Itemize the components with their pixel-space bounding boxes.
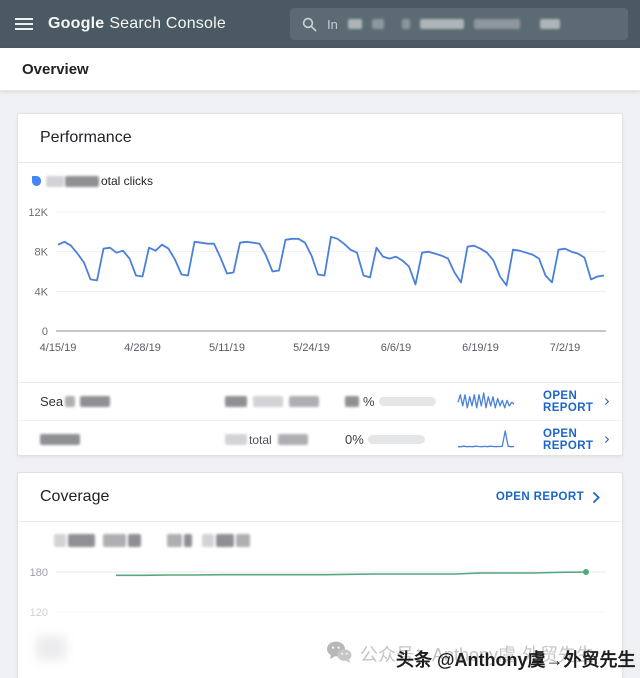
svg-text:4K: 4K	[35, 286, 49, 298]
redacted-search-text	[372, 19, 384, 29]
open-report-label: OPEN REPORT	[496, 491, 584, 503]
chevron-right-icon	[605, 434, 609, 445]
search-results-row: Sea % OPEN REPORT	[18, 383, 622, 420]
redacted-legend	[216, 534, 234, 547]
report-rows: Sea % OPEN REPORT	[18, 382, 622, 456]
redacted-label	[65, 396, 75, 407]
row-label-visible: Sea	[40, 394, 63, 409]
row-label	[40, 434, 225, 445]
redacted-legend	[167, 534, 182, 547]
svg-text:6/19/19: 6/19/19	[462, 342, 499, 354]
redacted-value	[225, 434, 247, 445]
search-sparkline-chart	[457, 390, 515, 414]
coverage-legend-chip[interactable]	[54, 534, 141, 547]
row-percent-cell: 0%	[345, 432, 457, 447]
percent-label: 0%	[345, 432, 364, 447]
redacted-axis-label	[36, 636, 66, 660]
performance-chart: 12K 8K 4K 0 4/15/19 4/28/19 5/11/19 5/24/19 6/6/…	[18, 189, 622, 371]
open-report-label: OPEN REPORT	[543, 428, 596, 452]
redacted-value	[278, 434, 308, 445]
row-percent-cell: %	[345, 394, 457, 409]
chevron-right-icon	[593, 492, 600, 503]
redacted-value	[225, 396, 247, 407]
page-title: Overview	[22, 61, 89, 78]
coverage-legend-chip[interactable]	[167, 534, 250, 547]
hamburger-icon	[15, 23, 33, 25]
total-label: total	[249, 433, 272, 447]
performance-card-header: Performance	[18, 114, 622, 163]
open-report-label: OPEN REPORT	[543, 390, 596, 414]
svg-text:4/15/19: 4/15/19	[40, 342, 77, 354]
legend-color-swatch	[32, 176, 41, 186]
row-label: Sea	[40, 394, 225, 409]
row-sparkline	[457, 390, 543, 414]
redacted-legend	[202, 534, 214, 547]
redacted-value	[289, 396, 319, 407]
svg-text:7/2/19: 7/2/19	[550, 342, 581, 354]
open-report-link[interactable]: OPEN REPORT	[543, 428, 609, 452]
coverage-chart: 180 120	[18, 553, 622, 678]
chevron-right-icon	[605, 396, 609, 407]
svg-text:5/11/19: 5/11/19	[209, 342, 245, 354]
redacted-label	[40, 434, 80, 445]
redacted-legend	[184, 534, 192, 547]
svg-text:12K: 12K	[28, 207, 48, 219]
redacted-legend	[236, 534, 250, 547]
performance-card-title: Performance	[40, 129, 132, 147]
discover-row: total 0% OPEN REPORT	[18, 420, 622, 456]
page-title-bar: Overview	[0, 48, 640, 91]
redacted-search-text	[402, 19, 410, 29]
row-sparkline	[457, 428, 543, 452]
progress-bar	[379, 397, 436, 406]
redacted-search-text	[348, 19, 362, 29]
redacted-value	[253, 396, 283, 407]
redacted-legend	[103, 534, 126, 547]
percent-label: %	[363, 394, 375, 409]
app-logo: Google Search Console	[48, 15, 226, 33]
svg-text:8K: 8K	[35, 247, 49, 259]
search-icon	[302, 17, 317, 32]
total-clicks-legend-chip[interactable]: otal clicks	[32, 173, 622, 189]
app-logo-product: Search Console	[109, 15, 226, 32]
svg-text:6/6/19: 6/6/19	[381, 342, 412, 354]
coverage-card-header: Coverage OPEN REPORT	[18, 473, 622, 522]
discover-sparkline-chart	[457, 428, 515, 452]
svg-text:0: 0	[42, 326, 48, 338]
redacted-search-text	[474, 19, 520, 29]
open-report-link[interactable]: OPEN REPORT	[496, 491, 600, 503]
performance-card: Performance otal clicks 12K 8K 4K 0 4/15/19 4…	[17, 113, 623, 456]
redacted-legend	[54, 534, 66, 547]
redacted-legend-value	[46, 176, 64, 187]
redacted-legend	[128, 534, 141, 547]
url-inspection-search-input[interactable]: In	[290, 8, 628, 40]
svg-text:180: 180	[30, 567, 48, 579]
svg-text:4/28/19: 4/28/19	[124, 342, 161, 354]
redacted-legend-value	[65, 176, 99, 187]
coverage-card: Coverage OPEN REPORT	[17, 472, 623, 678]
search-text-visible: In	[327, 17, 338, 32]
redacted-label	[80, 396, 110, 407]
svg-text:5/24/19: 5/24/19	[293, 342, 330, 354]
top-app-bar: Google Search Console In	[0, 0, 640, 48]
redacted-search-text	[540, 19, 560, 29]
row-values: total	[225, 433, 345, 447]
redacted-legend	[68, 534, 95, 547]
svg-text:120: 120	[30, 607, 48, 619]
coverage-card-title: Coverage	[40, 488, 109, 506]
redacted-search-text	[420, 19, 464, 29]
redacted-percent	[345, 396, 359, 407]
overview-content: Performance otal clicks 12K 8K 4K 0 4/15/19 4…	[0, 91, 640, 678]
progress-bar	[368, 435, 425, 444]
coverage-legend	[54, 534, 622, 547]
legend-label: otal clicks	[101, 174, 153, 188]
open-report-link[interactable]: OPEN REPORT	[543, 390, 609, 414]
hamburger-menu-button[interactable]	[0, 0, 48, 48]
row-values	[225, 396, 345, 407]
app-logo-google: Google	[48, 15, 104, 32]
